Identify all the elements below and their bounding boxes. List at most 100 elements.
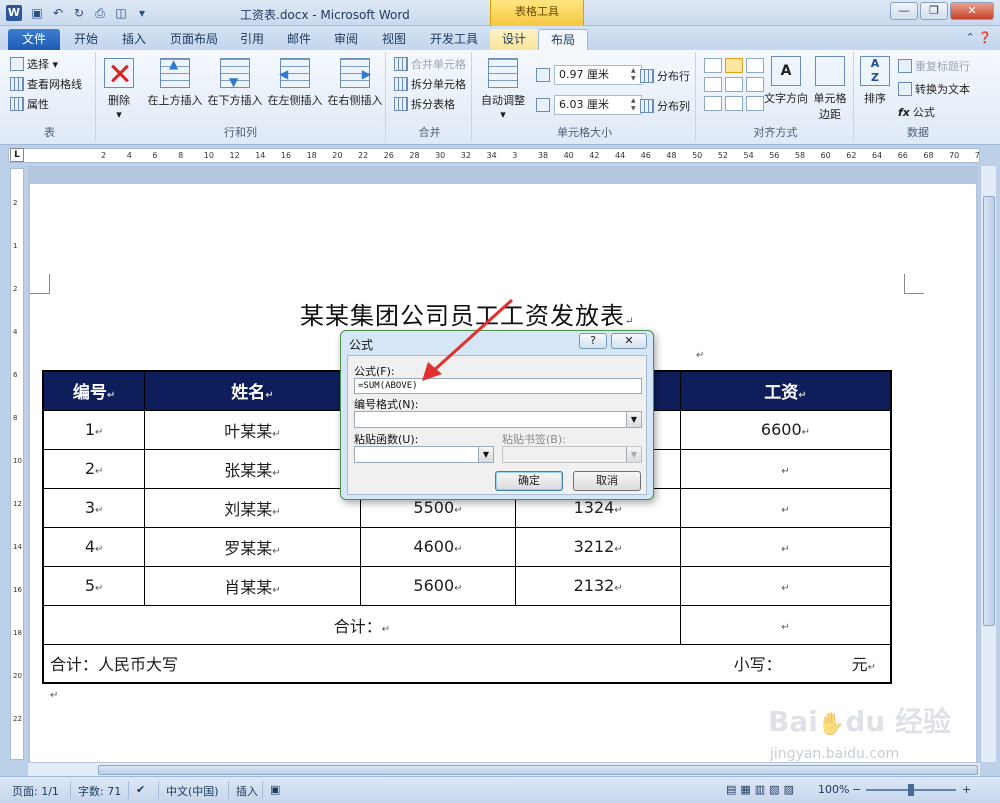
word-app-icon[interactable]: W — [6, 5, 22, 21]
tab-references[interactable]: 引用 — [228, 29, 276, 50]
header-cell-salary[interactable]: 工资↵ — [679, 370, 892, 411]
autofit-button[interactable]: 自动调整 ▾ — [478, 58, 528, 121]
formula-button[interactable]: fx 公式 — [898, 104, 935, 120]
merge-cells-button[interactable]: 合并单元格 — [394, 56, 466, 72]
tab-page-layout[interactable]: 页面布局 — [158, 29, 230, 50]
cell-number[interactable]: 1↵ — [42, 409, 146, 450]
tab-mailings[interactable]: 邮件 — [275, 29, 323, 50]
insert-above-button[interactable]: 在上方插入 — [146, 57, 204, 108]
cell-name[interactable]: 刘某某↵ — [144, 487, 361, 528]
align-bottom-center-icon[interactable] — [725, 96, 743, 111]
help-icon[interactable]: ? — [579, 333, 607, 349]
cell-name[interactable]: 罗某某↵ — [144, 526, 361, 567]
cell-name[interactable]: 叶某某↵ — [144, 409, 361, 450]
vertical-scrollbar[interactable] — [980, 166, 996, 762]
chevron-down-icon[interactable]: ▼ — [478, 447, 493, 462]
ribbon-minimize-help[interactable]: ⌃ ❓ — [966, 31, 992, 44]
cell-name[interactable]: 张某某↵ — [144, 448, 361, 489]
number-format-select[interactable]: ▼ — [354, 411, 642, 428]
cell-c4[interactable]: 2132↵ — [515, 565, 681, 606]
ok-button[interactable]: 确定 — [495, 471, 563, 491]
split-table-button[interactable]: 拆分表格 — [394, 96, 455, 112]
header-cell-number[interactable]: 编号↵ — [42, 370, 146, 411]
zoom-level[interactable]: 100% — [818, 783, 849, 796]
align-middle-center-icon[interactable] — [725, 77, 743, 92]
cell-salary[interactable]: ↵ — [679, 526, 892, 567]
tab-view[interactable]: 视图 — [370, 29, 418, 50]
cell-salary[interactable]: ↵ — [679, 565, 892, 606]
tab-stop-selector[interactable]: L — [10, 148, 24, 162]
delete-button[interactable]: 删除 ▾ — [100, 58, 138, 121]
sort-button[interactable]: A Z 排序 — [858, 56, 892, 106]
cell-c3[interactable]: 4600↵ — [359, 526, 517, 567]
tab-file[interactable]: 文件 — [8, 29, 61, 50]
align-middle-right-icon[interactable] — [746, 77, 764, 92]
distribute-rows-button[interactable]: 分布行 — [640, 68, 690, 84]
maximize-icon[interactable]: ❐ — [920, 2, 948, 20]
view-buttons[interactable]: ▤▦▥▧▨ — [726, 783, 798, 796]
select-button[interactable]: 选择 ▾ — [10, 56, 58, 72]
column-width-input[interactable]: 6.03 厘米 — [554, 95, 642, 115]
amount-in-words-cell[interactable]: 合计：人民币大写 小写： 元↵ — [42, 643, 892, 684]
align-top-left-icon[interactable] — [704, 58, 722, 73]
minimize-icon[interactable]: — — [890, 2, 918, 20]
save-icon[interactable]: ▣ — [28, 4, 46, 22]
print-icon[interactable]: ⎙ — [91, 4, 109, 22]
proofing-icon[interactable]: ✔ — [136, 783, 145, 796]
customize-icon[interactable]: ▾ — [133, 4, 151, 22]
cell-salary[interactable]: ↵ — [679, 448, 892, 489]
close-icon[interactable]: ✕ — [950, 2, 994, 20]
language-indicator[interactable]: 中文(中国) — [166, 783, 219, 799]
insert-left-button[interactable]: 在左侧插入 — [266, 58, 324, 108]
dialog-close-icon[interactable]: ✕ — [611, 333, 647, 349]
horizontal-scrollbar[interactable] — [28, 762, 980, 776]
total-label-cell[interactable]: 合计：↵ — [42, 604, 681, 645]
tab-home[interactable]: 开始 — [62, 29, 110, 50]
word-count[interactable]: 字数: 71 — [78, 783, 121, 799]
row-height-input[interactable]: 0.97 厘米 — [554, 65, 642, 85]
cell-name[interactable]: 肖某某↵ — [144, 565, 361, 606]
cell-salary[interactable]: ↵ — [679, 487, 892, 528]
cell-number[interactable]: 4↵ — [42, 526, 146, 567]
text-direction-button[interactable]: A 文字方向 — [764, 56, 808, 106]
undo-icon[interactable]: ↶ — [49, 4, 67, 22]
cell-c4[interactable]: 3212↵ — [515, 526, 681, 567]
preview-icon[interactable]: ◫ — [112, 4, 130, 22]
insert-right-button[interactable]: 在右侧插入 — [326, 58, 384, 108]
align-middle-left-icon[interactable] — [704, 77, 722, 92]
document-title[interactable]: 某某集团公司员工工资发放表↵ — [300, 296, 634, 331]
header-cell-name[interactable]: 姓名↵ — [144, 370, 361, 411]
cell-number[interactable]: 3↵ — [42, 487, 146, 528]
split-cells-button[interactable]: 拆分单元格 — [394, 76, 466, 92]
zoom-in-button[interactable]: + — [962, 783, 971, 796]
page-count[interactable]: 页面: 1/1 — [12, 783, 59, 799]
total-value-cell[interactable]: ↵ — [679, 604, 892, 645]
vertical-scroll-thumb[interactable] — [983, 196, 995, 626]
align-bottom-right-icon[interactable] — [746, 96, 764, 111]
cancel-button[interactable]: 取消 — [573, 471, 641, 491]
cell-number[interactable]: 5↵ — [42, 565, 146, 606]
tab-developer[interactable]: 开发工具 — [418, 29, 490, 50]
formula-input[interactable]: =SUM(ABOVE) — [354, 378, 642, 394]
align-top-right-icon[interactable] — [746, 58, 764, 73]
cell-number[interactable]: 2↵ — [42, 448, 146, 489]
cell-c3[interactable]: 5600↵ — [359, 565, 517, 606]
cell-margins-button[interactable]: 单元格 边距 — [810, 56, 850, 122]
zoom-out-button[interactable]: − — [852, 783, 861, 796]
align-top-center-icon[interactable] — [725, 58, 743, 73]
repeat-header-button[interactable]: 重复标题行 — [898, 58, 970, 74]
tab-layout[interactable]: 布局 — [538, 29, 589, 50]
tab-insert[interactable]: 插入 — [110, 29, 158, 50]
chevron-down-icon[interactable]: ▼ — [626, 412, 641, 427]
tab-review[interactable]: 审阅 — [322, 29, 370, 50]
align-bottom-left-icon[interactable] — [704, 96, 722, 111]
properties-button[interactable]: 属性 — [10, 96, 49, 112]
vertical-ruler[interactable]: 2124681012141618202224 — [10, 168, 24, 760]
insert-below-button[interactable]: 在下方插入 — [206, 58, 264, 108]
horizontal-ruler[interactable]: 2 4 6 8 10 12 14 16 18 20 22 26 28 30 32 34 3 38 40 42 44 46 4… — [8, 148, 980, 163]
view-gridlines-button[interactable]: 查看网格线 — [10, 76, 82, 92]
distribute-cols-button[interactable]: 分布列 — [640, 98, 690, 114]
insert-mode-indicator[interactable]: 插入 — [236, 783, 258, 799]
cell-salary[interactable]: 6600↵ — [679, 409, 892, 450]
convert-to-text-button[interactable]: 转换为文本 — [898, 81, 970, 97]
